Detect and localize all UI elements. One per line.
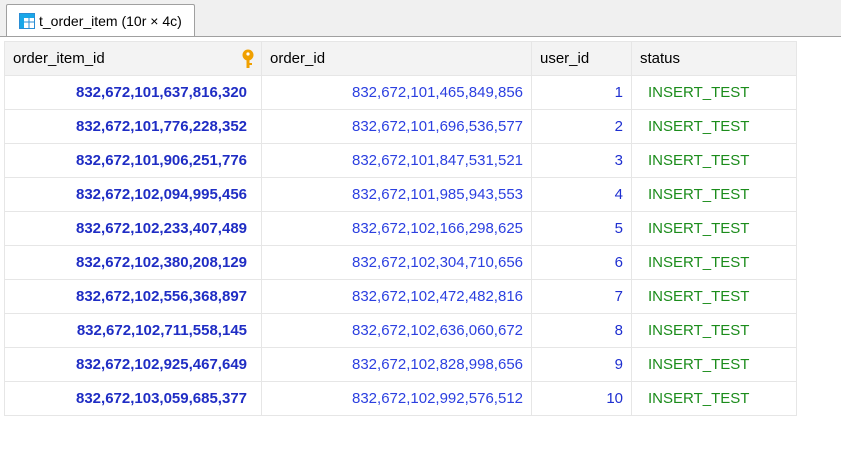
- cell-status[interactable]: INSERT_TEST: [631, 279, 797, 314]
- cell-order-item-id[interactable]: 832,672,101,906,251,776: [4, 143, 262, 178]
- table-row[interactable]: 832,672,102,233,407,489 832,672,102,166,2…: [4, 211, 797, 246]
- cell-order-id[interactable]: 832,672,102,166,298,625: [261, 211, 532, 246]
- primary-key-icon: [241, 49, 255, 69]
- table-row[interactable]: 832,672,101,906,251,776 832,672,101,847,5…: [4, 143, 797, 178]
- cell-order-id[interactable]: 832,672,101,696,536,577: [261, 109, 532, 144]
- cell-user-id[interactable]: 2: [531, 109, 632, 144]
- header-row: order_item_id order_id user_id status: [4, 41, 797, 76]
- cell-user-id[interactable]: 10: [531, 381, 632, 416]
- cell-order-id[interactable]: 832,672,102,828,998,656: [261, 347, 532, 382]
- cell-status[interactable]: INSERT_TEST: [631, 143, 797, 178]
- tab-t-order-item[interactable]: t_order_item (10r × 4c): [6, 4, 195, 36]
- cell-user-id[interactable]: 6: [531, 245, 632, 280]
- cell-user-id[interactable]: 5: [531, 211, 632, 246]
- cell-status[interactable]: INSERT_TEST: [631, 177, 797, 212]
- cell-order-item-id[interactable]: 832,672,102,094,995,456: [4, 177, 262, 212]
- table-row[interactable]: 832,672,102,711,558,145 832,672,102,636,0…: [4, 313, 797, 348]
- cell-order-id[interactable]: 832,672,102,304,710,656: [261, 245, 532, 280]
- cell-user-id[interactable]: 7: [531, 279, 632, 314]
- tab-label: t_order_item (10r × 4c): [39, 12, 182, 29]
- table-row[interactable]: 832,672,101,776,228,352 832,672,101,696,5…: [4, 109, 797, 144]
- column-header-status[interactable]: status: [631, 41, 797, 76]
- result-grid: order_item_id order_id user_id status 83…: [4, 41, 797, 416]
- cell-status[interactable]: INSERT_TEST: [631, 245, 797, 280]
- table-row[interactable]: 832,672,101,637,816,320 832,672,101,465,8…: [4, 75, 797, 110]
- cell-order-item-id[interactable]: 832,672,102,925,467,649: [4, 347, 262, 382]
- cell-user-id[interactable]: 3: [531, 143, 632, 178]
- column-header-user-id[interactable]: user_id: [531, 41, 632, 76]
- cell-order-item-id[interactable]: 832,672,102,380,208,129: [4, 245, 262, 280]
- cell-user-id[interactable]: 1: [531, 75, 632, 110]
- cell-order-id[interactable]: 832,672,101,847,531,521: [261, 143, 532, 178]
- cell-order-id[interactable]: 832,672,102,992,576,512: [261, 381, 532, 416]
- cell-user-id[interactable]: 9: [531, 347, 632, 382]
- grid-body: 832,672,101,637,816,320 832,672,101,465,8…: [4, 75, 797, 416]
- cell-order-item-id[interactable]: 832,672,101,637,816,320: [4, 75, 262, 110]
- column-header-order-item-id[interactable]: order_item_id: [4, 41, 262, 76]
- cell-status[interactable]: INSERT_TEST: [631, 109, 797, 144]
- cell-status[interactable]: INSERT_TEST: [631, 347, 797, 382]
- table-row[interactable]: 832,672,102,556,368,897 832,672,102,472,4…: [4, 279, 797, 314]
- cell-order-item-id[interactable]: 832,672,101,776,228,352: [4, 109, 262, 144]
- cell-status[interactable]: INSERT_TEST: [631, 381, 797, 416]
- table-row[interactable]: 832,672,102,380,208,129 832,672,102,304,7…: [4, 245, 797, 280]
- cell-order-id[interactable]: 832,672,101,465,849,856: [261, 75, 532, 110]
- table-row[interactable]: 832,672,102,925,467,649 832,672,102,828,9…: [4, 347, 797, 382]
- cell-order-item-id[interactable]: 832,672,102,711,558,145: [4, 313, 262, 348]
- cell-order-id[interactable]: 832,672,102,472,482,816: [261, 279, 532, 314]
- table-row[interactable]: 832,672,102,094,995,456 832,672,101,985,9…: [4, 177, 797, 212]
- cell-order-item-id[interactable]: 832,672,102,233,407,489: [4, 211, 262, 246]
- column-header-order-id[interactable]: order_id: [261, 41, 532, 76]
- cell-status[interactable]: INSERT_TEST: [631, 313, 797, 348]
- table-row[interactable]: 832,672,103,059,685,377 832,672,102,992,5…: [4, 381, 797, 416]
- tab-bar: t_order_item (10r × 4c): [0, 0, 841, 37]
- cell-order-id[interactable]: 832,672,102,636,060,672: [261, 313, 532, 348]
- cell-order-id[interactable]: 832,672,101,985,943,553: [261, 177, 532, 212]
- tab-divider: [0, 36, 841, 37]
- cell-user-id[interactable]: 8: [531, 313, 632, 348]
- cell-status[interactable]: INSERT_TEST: [631, 75, 797, 110]
- table-grid-icon: [19, 12, 35, 29]
- cell-user-id[interactable]: 4: [531, 177, 632, 212]
- column-label: order_item_id: [13, 50, 105, 67]
- cell-order-item-id[interactable]: 832,672,103,059,685,377: [4, 381, 262, 416]
- cell-status[interactable]: INSERT_TEST: [631, 211, 797, 246]
- cell-order-item-id[interactable]: 832,672,102,556,368,897: [4, 279, 262, 314]
